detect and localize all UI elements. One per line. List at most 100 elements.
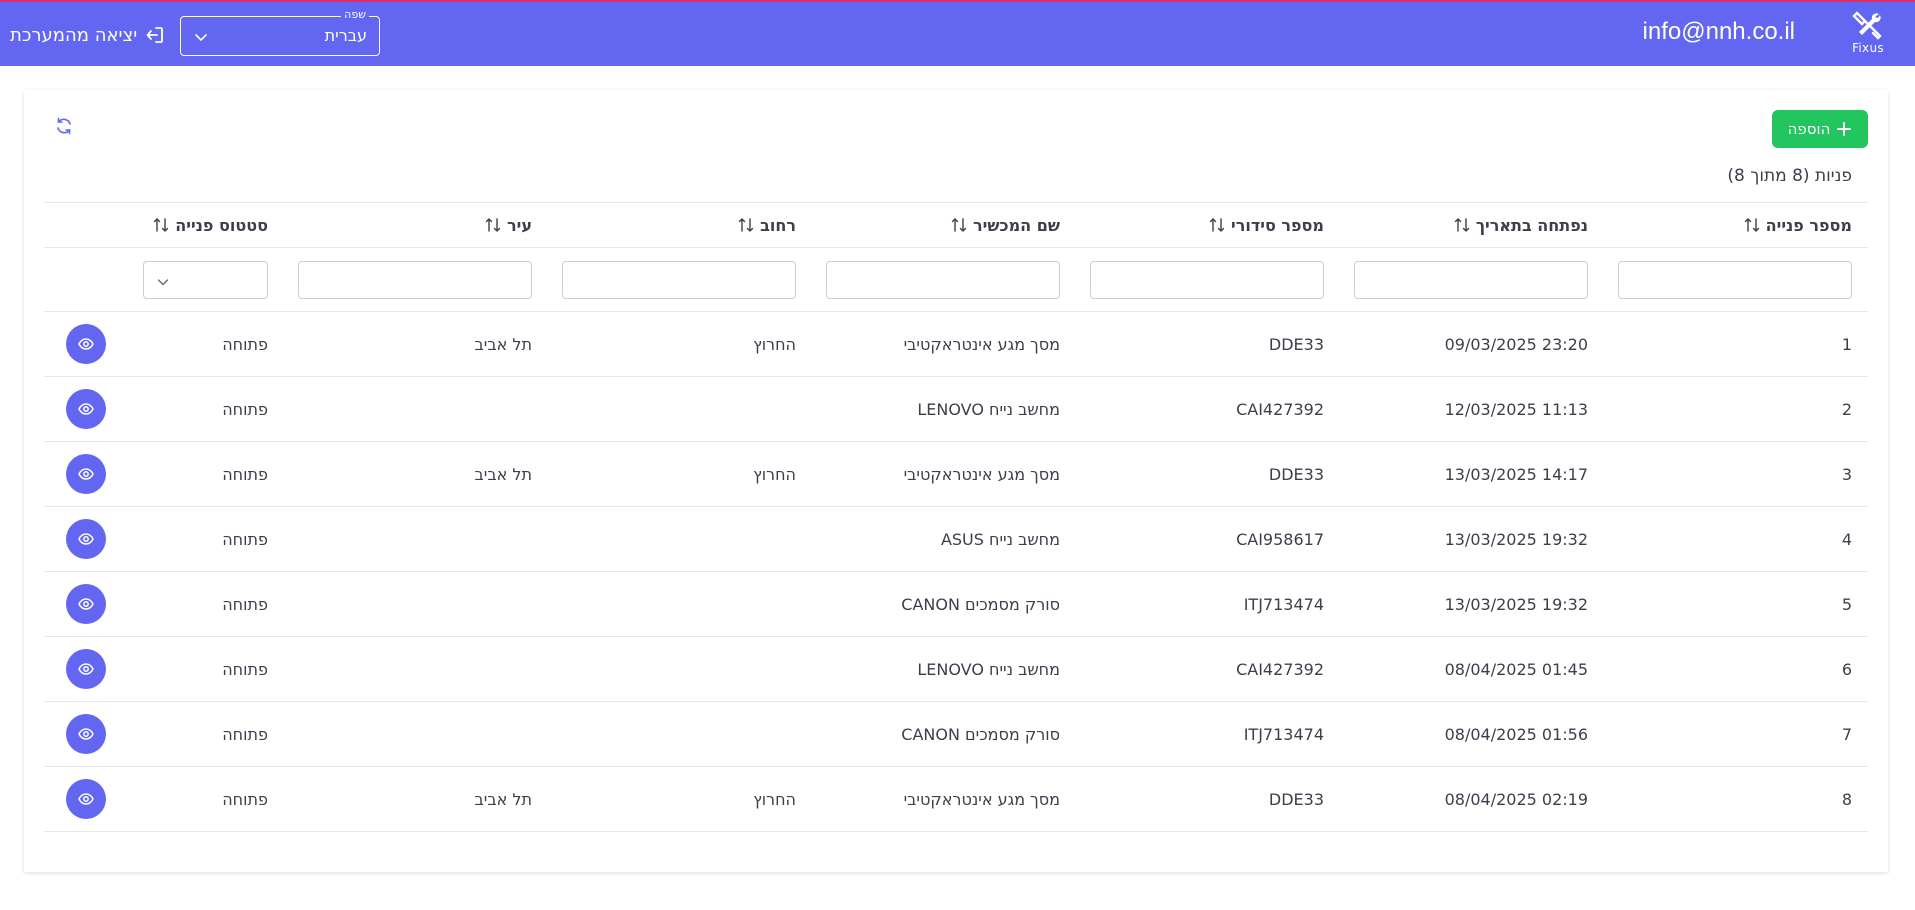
column-header-opened-date[interactable]: נפתחה בתאריך <box>1354 203 1588 247</box>
cell-date: 08/04/2025 01:45 <box>1444 659 1588 679</box>
cell-date: 12/03/2025 11:13 <box>1444 399 1588 419</box>
cell-device: מסך מגע אינטראקטיבי <box>903 464 1060 484</box>
filter-request-number[interactable] <box>1618 260 1852 299</box>
cell-street <box>562 702 796 766</box>
table-row: 4 13/03/2025 19:32 CAI958617 מחשב נייח ASUS… <box>44 507 1868 572</box>
chevron-down-icon <box>157 278 169 285</box>
logo-text: Fixus <box>1852 41 1884 55</box>
cell-status: פתוחה <box>222 724 268 744</box>
cell-status: פתוחה <box>222 399 268 419</box>
view-button[interactable] <box>66 519 106 559</box>
column-header-city[interactable]: עיר <box>298 203 532 247</box>
cell-city: תל אביב <box>474 334 532 354</box>
cell-date: 13/03/2025 19:32 <box>1444 594 1588 614</box>
eye-icon <box>78 663 94 675</box>
cell-date: 08/04/2025 01:56 <box>1444 724 1588 744</box>
cell-serial: CAI427392 <box>1236 399 1324 419</box>
cell-device: סורק מסמכים CANON <box>901 594 1060 614</box>
cell-city: תל אביב <box>474 789 532 809</box>
cell-serial: DDE33 <box>1268 464 1324 484</box>
cell-id: 7 <box>1841 724 1852 744</box>
logout-icon <box>146 27 164 43</box>
column-header-status[interactable]: סטטוס פנייה <box>143 203 268 247</box>
column-header-request-number[interactable]: מספר פנייה <box>1618 203 1852 247</box>
eye-icon <box>78 728 94 740</box>
cell-id: 5 <box>1841 594 1852 614</box>
user-email: info@nnh.co.il <box>1642 18 1795 45</box>
cell-id: 1 <box>1841 334 1852 354</box>
sort-icon <box>485 218 501 232</box>
view-button[interactable] <box>66 584 106 624</box>
sort-icon <box>1454 218 1470 232</box>
table-filter-row <box>44 248 1868 312</box>
refresh-button[interactable] <box>54 116 74 136</box>
filter-serial-number[interactable] <box>1090 260 1324 299</box>
logout-button[interactable]: יציאה מהמערכת <box>10 22 165 48</box>
cell-date: 09/03/2025 23:20 <box>1444 334 1588 354</box>
cell-city: תל אביב <box>474 464 532 484</box>
app-header: Fixus info@nnh.co.il שפה עברית יציאה מהמ… <box>0 0 1915 66</box>
filter-street[interactable] <box>562 260 796 299</box>
chevron-down-icon <box>195 34 207 41</box>
results-summary: פניות (8 מתוך 8) <box>1727 166 1852 186</box>
cell-device: מחשב נייח LENOVO <box>917 659 1060 679</box>
view-button[interactable] <box>66 649 106 689</box>
cell-street <box>562 377 796 441</box>
view-button[interactable] <box>66 389 106 429</box>
column-header-serial-number[interactable]: מספר סידורי <box>1090 203 1324 247</box>
cell-street: החרוץ <box>753 789 796 809</box>
add-button[interactable]: הוספה <box>1772 110 1868 148</box>
refresh-icon <box>57 117 71 135</box>
eye-icon <box>78 533 94 545</box>
eye-icon <box>78 598 94 610</box>
cell-status: פתוחה <box>222 529 268 549</box>
cell-serial: CAI427392 <box>1236 659 1324 679</box>
column-header-street[interactable]: רחוב <box>562 203 796 247</box>
language-legend: שפה <box>341 8 369 21</box>
view-button[interactable] <box>66 454 106 494</box>
table-row: 6 08/04/2025 01:45 CAI427392 מחשב נייח LENO… <box>44 637 1868 702</box>
cell-serial: ITJ713474 <box>1243 724 1324 744</box>
sort-icon <box>154 218 169 232</box>
logout-label: יציאה מהמערכת <box>10 24 138 46</box>
language-value: עברית <box>324 26 367 45</box>
view-button[interactable] <box>66 779 106 819</box>
filter-status-select[interactable] <box>143 260 268 299</box>
eye-icon <box>78 793 94 805</box>
filter-device-name[interactable] <box>826 260 1060 299</box>
requests-card: הוספה פניות (8 מתוך 8) מספר פנייה נפתחה … <box>24 90 1888 872</box>
cell-street <box>562 637 796 701</box>
filter-city[interactable] <box>298 260 532 299</box>
cell-city <box>298 637 532 701</box>
cell-serial: CAI958617 <box>1236 529 1324 549</box>
eye-icon <box>78 468 94 480</box>
cell-device: מחשב נייח ASUS <box>940 529 1060 549</box>
language-select[interactable]: שפה עברית <box>180 8 380 56</box>
cell-id: 2 <box>1841 399 1852 419</box>
cell-device: מחשב נייח LENOVO <box>917 399 1060 419</box>
table-row: 8 08/04/2025 02:19 DDE33 מסך מגע אינטראקטיב… <box>44 767 1868 832</box>
table-row: 1 09/03/2025 23:20 DDE33 מסך מגע אינטראקטיב… <box>44 312 1868 377</box>
column-header-device-name[interactable]: שם המכשיר <box>826 203 1060 247</box>
table-header-row: מספר פנייה נפתחה בתאריך מספר סידורי שם ה… <box>44 202 1868 248</box>
sort-icon <box>951 218 967 232</box>
eye-icon <box>78 338 94 350</box>
sort-icon <box>738 218 754 232</box>
sort-icon <box>1209 218 1225 232</box>
cell-id: 3 <box>1841 464 1852 484</box>
cell-city <box>298 702 532 766</box>
cell-street: החרוץ <box>753 464 796 484</box>
view-button[interactable] <box>66 714 106 754</box>
cell-serial: DDE33 <box>1268 334 1324 354</box>
cell-status: פתוחה <box>222 789 268 809</box>
view-button[interactable] <box>66 324 106 364</box>
cell-status: פתוחה <box>222 659 268 679</box>
cell-street: החרוץ <box>753 334 796 354</box>
filter-opened-date[interactable] <box>1354 260 1588 299</box>
table-row: 7 08/04/2025 01:56 ITJ713474 סורק מסמכים CA… <box>44 702 1868 767</box>
cell-status: פתוחה <box>222 594 268 614</box>
cell-id: 8 <box>1841 789 1852 809</box>
cell-id: 4 <box>1841 529 1852 549</box>
app-logo[interactable]: Fixus <box>1845 10 1891 60</box>
eye-icon <box>78 403 94 415</box>
